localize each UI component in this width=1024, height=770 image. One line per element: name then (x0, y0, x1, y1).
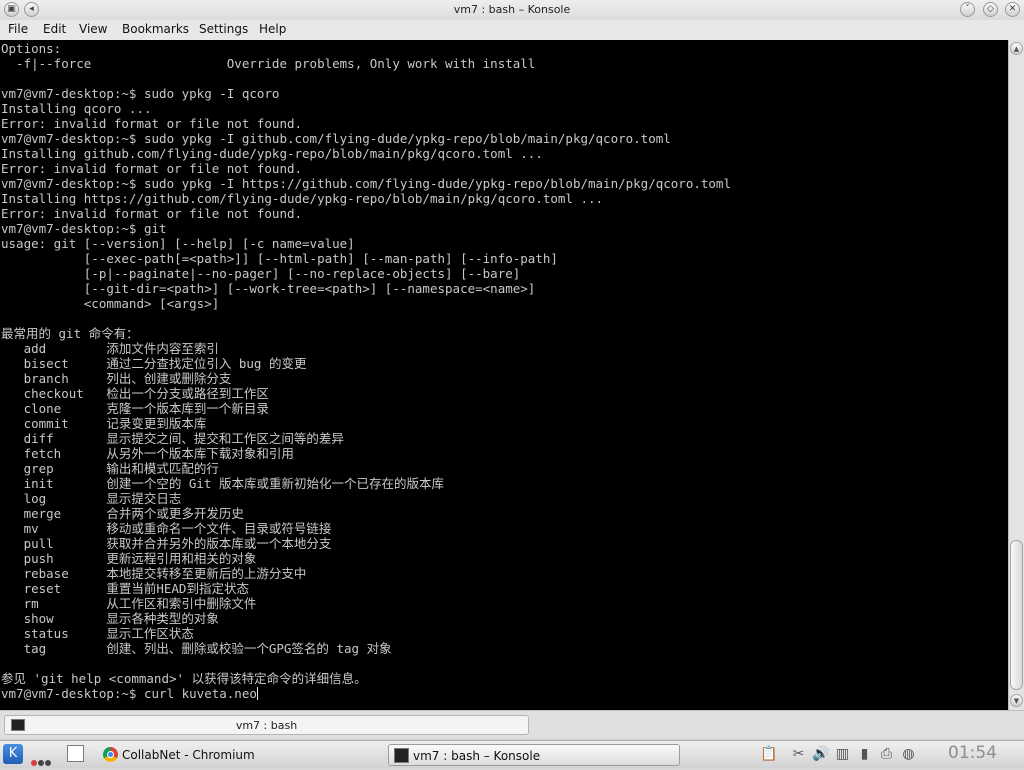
terminal-line: status 显示工作区状态 (1, 626, 194, 641)
pager-dot-icon[interactable] (38, 760, 44, 766)
terminal-line: commit 记录变更到版本库 (1, 416, 207, 431)
terminal-line: show 显示各种类型的对象 (1, 611, 219, 626)
konsole-icon (394, 748, 409, 763)
network-icon[interactable]: ✂ (790, 746, 807, 763)
terminal-line: usage: git [--version] [--help] [-c name… (1, 236, 355, 251)
terminal-line: merge 合并两个或更多开发历史 (1, 506, 244, 521)
scroll-down-arrow-icon[interactable]: ▼ (1010, 694, 1023, 707)
terminal-line: clone 克隆一个版本库到一个新目录 (1, 401, 269, 416)
chromium-icon (103, 747, 118, 762)
menu-edit[interactable]: Edit (43, 22, 66, 36)
terminal-line: 参见 'git help <command>' 以获得该特定命令的详细信息。 (1, 671, 367, 686)
terminal-line: 最常用的 git 命令有： (1, 326, 139, 341)
terminal-line: Error: invalid format or file not found. (1, 206, 303, 221)
close-button[interactable]: ✕ (1005, 2, 1020, 17)
window-titlebar[interactable]: ▣ ◂ vm7 : bash – Konsole ˅ ◇ ✕ (0, 0, 1024, 21)
battery-icon[interactable]: ▮ (856, 746, 873, 763)
terminal-line: <command> [<args>] (1, 296, 220, 311)
show-desktop-icon[interactable] (67, 745, 84, 762)
terminal-line: Options: (1, 41, 62, 56)
terminal-line: log 显示提交日志 (1, 491, 182, 506)
terminal-line: rm 从工作区和索引中删除文件 (1, 596, 257, 611)
terminal-line: vm7@vm7-desktop:~$ sudo ypkg -I github.c… (1, 131, 671, 146)
terminal-line: vm7@vm7-desktop:~$ sudo ypkg -I qcoro (1, 86, 280, 101)
terminal-line: Error: invalid format or file not found. (1, 116, 303, 131)
pager-dot-icon[interactable] (31, 760, 37, 766)
menu-settings[interactable]: Settings (199, 22, 248, 36)
terminal-line: Installing github.com/flying-dude/ypkg-r… (1, 146, 543, 161)
terminal-line: fetch 从另外一个版本库下载对象和引用 (1, 446, 294, 461)
menu-view[interactable]: View (79, 22, 107, 36)
session-tab-label: vm7 : bash (235, 719, 298, 732)
terminal-line: mv 移动或重命名一个文件、目录或符号链接 (1, 521, 332, 536)
terminal-line: [--exec-path[=<path>]] [--html-path] [--… (1, 251, 558, 266)
taskbar: K CollabNet - Chromium vm7 : bash – Kons… (0, 740, 1024, 768)
package-updater-icon[interactable]: ▥ (834, 746, 851, 763)
terminal-line: init 创建一个空的 Git 版本库或重新初始化一个已存在的版本库 (1, 476, 444, 491)
maximize-button[interactable]: ◇ (983, 2, 998, 17)
window-title: vm7 : bash – Konsole (453, 3, 571, 16)
terminal-line: Installing https://github.com/flying-dud… (1, 191, 604, 206)
scrollbar-thumb[interactable] (1010, 540, 1023, 690)
terminal-line: pull 获取并合并另外的版本库或一个本地分支 (1, 536, 332, 551)
terminal-line: branch 列出、创建或删除分支 (1, 371, 232, 386)
menu-help[interactable]: Help (259, 22, 286, 36)
globe-icon[interactable]: ◍ (900, 746, 917, 763)
minimize-button[interactable]: ˅ (960, 2, 975, 17)
terminal-line: [-p|--paginate|--no-pager] [--no-replace… (1, 266, 521, 281)
terminal-line: grep 输出和模式匹配的行 (1, 461, 219, 476)
terminal-area[interactable]: Options: -f|--force Override problems, O… (0, 40, 1008, 710)
terminal-line: rebase 本地提交转移至更新后的上游分支中 (1, 566, 307, 581)
terminal-line: add 添加文件内容至索引 (1, 341, 219, 356)
taskbar-item-konsole[interactable]: vm7 : bash – Konsole (388, 744, 680, 766)
terminal-line: Error: invalid format or file not found. (1, 161, 303, 176)
terminal-prompt-line[interactable]: vm7@vm7-desktop:~$ curl kuveta.neo (1, 686, 731, 701)
terminal-line: bisect 通过二分查找定位引入 bug 的变更 (1, 356, 307, 371)
terminal-output[interactable]: Options: -f|--force Override problems, O… (1, 41, 731, 701)
text-cursor (256, 687, 258, 700)
menu-bookmarks[interactable]: Bookmarks (122, 22, 189, 36)
kde-launcher-icon[interactable]: K (3, 744, 23, 764)
desktop-pager[interactable] (31, 751, 52, 770)
printer-icon[interactable]: ⎙ (878, 746, 895, 763)
terminal-line: Installing qcoro ... (1, 101, 152, 116)
pager-dot-icon[interactable] (45, 760, 51, 766)
terminal-line: vm7@vm7-desktop:~$ sudo ypkg -I https://… (1, 176, 731, 191)
clipboard-icon[interactable]: 📋 (760, 746, 777, 763)
terminal-scrollbar[interactable]: ▲ ▼ (1008, 40, 1024, 710)
taskbar-item-chromium[interactable]: CollabNet - Chromium (98, 744, 368, 766)
terminal-line: tag 创建、列出、删除或校验一个GPG签名的 tag 对象 (1, 641, 392, 656)
terminal-line: checkout 检出一个分支或路径到工作区 (1, 386, 269, 401)
taskbar-item-label: vm7 : bash – Konsole (413, 749, 541, 763)
clock[interactable]: 01:54 (948, 743, 997, 763)
prompt-input-text[interactable]: vm7@vm7-desktop:~$ curl kuveta.neo (1, 686, 257, 701)
taskbar-item-label: CollabNet - Chromium (122, 748, 255, 762)
terminal-line: -f|--force Override problems, Only work … (1, 56, 536, 71)
menu-file[interactable]: File (8, 22, 28, 36)
session-tab[interactable]: vm7 : bash (4, 715, 529, 735)
terminal-line: [--git-dir=<path>] [--work-tree=<path>] … (1, 281, 536, 296)
terminal-line: vm7@vm7-desktop:~$ git (1, 221, 167, 236)
scroll-up-arrow-icon[interactable]: ▲ (1010, 42, 1023, 55)
session-tab-bar: vm7 : bash (0, 710, 1024, 738)
menubar: File Edit View Bookmarks Settings Help (0, 20, 1024, 40)
volume-icon[interactable]: 🔊 (812, 746, 829, 763)
terminal-line: push 更新远程引用和相关的对象 (1, 551, 257, 566)
terminal-line: reset 重置当前HEAD到指定状态 (1, 581, 249, 596)
terminal-line: diff 显示提交之间、提交和工作区之间等的差异 (1, 431, 344, 446)
